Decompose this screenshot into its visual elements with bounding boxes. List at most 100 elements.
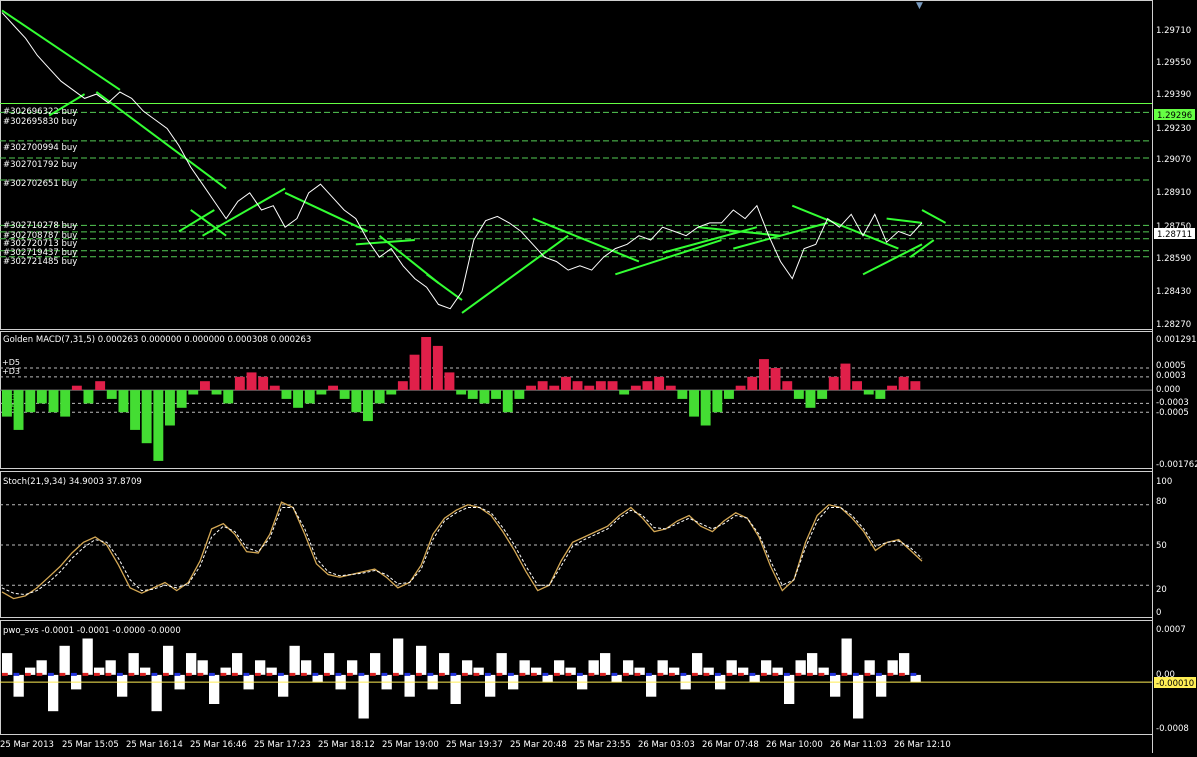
- macd-bar: [700, 390, 711, 426]
- pwo-signal-mark: [692, 672, 698, 676]
- macd-bar: [630, 385, 641, 391]
- macd-bar: [514, 390, 525, 399]
- pwo-bar: [186, 653, 197, 675]
- pwo-signal-mark: [600, 672, 606, 676]
- pwo-bar: [209, 674, 220, 704]
- pwo-bar: [301, 660, 312, 675]
- pwo-signal-mark: [634, 672, 641, 676]
- pwo-bar: [358, 674, 369, 719]
- pwo-bar: [726, 660, 737, 675]
- macd-bar: [561, 376, 571, 391]
- macd-bar: [71, 385, 82, 391]
- pwo-signal-mark: [473, 672, 480, 676]
- macd-bar: [549, 385, 560, 391]
- macd-bar: [770, 368, 781, 391]
- pwo-signal-mark: [36, 672, 43, 676]
- pwo-bar: [370, 653, 381, 675]
- pwo-bar: [347, 660, 358, 675]
- macd-bar: [537, 381, 548, 390]
- pwo-bar: [657, 660, 668, 675]
- pwo-signal-mark: [450, 672, 457, 676]
- macd-bar: [595, 381, 606, 390]
- pwo-bar: [623, 660, 634, 675]
- macd-bar: [677, 390, 688, 399]
- pwo-bar: [795, 660, 806, 675]
- chart-canvas[interactable]: ▼ #302696322 buy #302695830 buy #3027009…: [0, 0, 1197, 753]
- pwo-bar: [450, 674, 461, 704]
- macd-bar: [782, 381, 793, 390]
- macd-bar: [910, 381, 921, 390]
- price-tick-label: 1.29710: [1156, 26, 1191, 36]
- trading-chart-window[interactable]: ▼ #302696322 buy #302695830 buy #3027009…: [0, 0, 1197, 753]
- pwo-signal-mark: [151, 672, 158, 676]
- order-label[interactable]: #302700994 buy: [3, 143, 77, 153]
- pwo-bar: [255, 660, 266, 675]
- pwo-bar: [393, 638, 404, 675]
- time-tick-label: 25 Mar 15:05: [62, 740, 119, 750]
- macd-bar: [397, 381, 408, 390]
- macd-level-label: -D3: [2, 393, 16, 402]
- macd-tick-label: -0.0005: [1156, 408, 1189, 418]
- pwo-signal-mark: [772, 672, 779, 676]
- pwo-bar: [899, 653, 910, 675]
- order-label[interactable]: #302721485 buy: [3, 257, 77, 267]
- macd-bar: [852, 381, 862, 390]
- pwo-signal-mark: [818, 672, 825, 676]
- pwo-bar: [82, 638, 93, 675]
- macd-bar: [479, 390, 490, 404]
- pwo-signal-mark: [2, 672, 8, 676]
- pwo-signal-mark: [784, 672, 790, 676]
- pwo-bar: [554, 660, 565, 675]
- pwo-bar: [807, 653, 818, 675]
- pwo-signal-mark: [485, 672, 491, 676]
- pwo-signal-mark: [128, 672, 135, 676]
- pwo-signal-mark: [13, 672, 20, 676]
- pwo-bar: [646, 674, 657, 697]
- macd-tick-label: 0.0005: [1156, 361, 1186, 371]
- order-label[interactable]: #302695830 buy: [3, 117, 77, 127]
- macd-bar: [48, 390, 59, 413]
- time-tick-label: 25 Mar 17:23: [254, 740, 311, 750]
- pwo-signal-mark: [830, 672, 836, 676]
- pwo-signal-mark: [140, 672, 146, 676]
- macd-bar: [619, 390, 630, 395]
- pwo-signal-mark: [416, 672, 422, 676]
- macd-bar: [828, 376, 839, 391]
- pwo-bar: [910, 674, 921, 683]
- macd-bar: [188, 390, 199, 395]
- macd-bar: [234, 376, 245, 391]
- pwo-signal-mark: [726, 672, 733, 676]
- pwo-signal-mark: [163, 672, 169, 676]
- pwo-bar: [128, 653, 139, 675]
- pwo-signal-mark: [393, 672, 399, 676]
- pwo-signal-mark: [243, 672, 250, 676]
- pwo-signal-mark: [335, 672, 342, 676]
- price-tick-label: 1.28590: [1156, 254, 1191, 264]
- pwo-signal-mark: [220, 672, 227, 676]
- macd-bar: [211, 390, 222, 395]
- order-label[interactable]: #302710278 buy: [3, 221, 77, 231]
- order-label[interactable]: #302696322 buy: [3, 107, 77, 117]
- order-label[interactable]: #302701792 buy: [3, 160, 77, 170]
- platform-marker-icon: ▼: [916, 1, 923, 11]
- stoch-tick-label: 50: [1156, 541, 1167, 551]
- pwo-signal-mark: [899, 672, 905, 676]
- order-label[interactable]: #302702651 buy: [3, 179, 77, 189]
- stoch-tick-label: 0: [1156, 608, 1161, 618]
- pwo-signal-mark: [117, 672, 123, 676]
- macd-bar: [526, 385, 536, 391]
- macd-bar: [584, 385, 595, 391]
- price-tick-label: 1.28910: [1156, 188, 1191, 198]
- pwo-signal-mark: [266, 672, 273, 676]
- macd-bar: [293, 390, 303, 408]
- highlight-price-label: 1.29296: [1157, 111, 1192, 121]
- pwo-signal-mark: [565, 672, 572, 676]
- macd-bar: [409, 354, 420, 391]
- macd-tick-label: -0.0003: [1156, 398, 1189, 408]
- time-tick-label: 26 Mar 12:10: [894, 740, 951, 750]
- pwo-signal-mark: [404, 672, 411, 676]
- pwo-bar: [784, 674, 795, 704]
- macd-bar: [759, 359, 769, 391]
- pwo-signal-mark: [738, 672, 744, 676]
- macd-bar: [805, 390, 816, 408]
